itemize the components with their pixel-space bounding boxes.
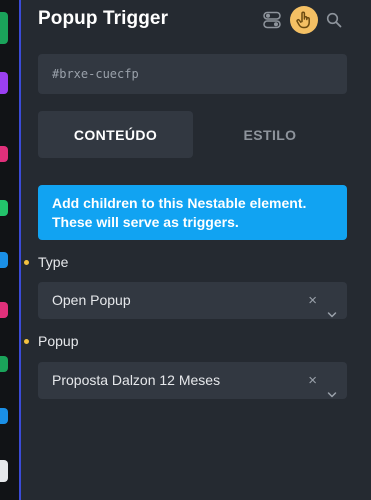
clear-icon[interactable]: × xyxy=(308,282,317,319)
canvas-element-marker xyxy=(0,200,8,216)
canvas-strip xyxy=(0,0,19,500)
canvas-element-marker xyxy=(0,252,8,268)
canvas-element-marker xyxy=(0,12,8,44)
tab-style[interactable]: ESTILO xyxy=(193,111,347,158)
search-icon[interactable] xyxy=(320,6,348,34)
canvas-element-marker xyxy=(0,72,8,94)
hand-pointer-icon[interactable] xyxy=(290,6,318,34)
panel-tabs: CONTEÚDO ESTILO xyxy=(38,111,347,158)
chevron-down-icon[interactable] xyxy=(327,296,337,333)
type-select-value: Open Popup xyxy=(52,292,131,308)
canvas-element-marker xyxy=(0,302,8,318)
element-settings-panel: Popup Trigger #brxe-cuecfp CONTEÚDO ESTI… xyxy=(21,0,371,500)
type-select[interactable]: Open Popup × xyxy=(38,282,347,319)
canvas-element-marker xyxy=(0,146,8,162)
popup-select[interactable]: Proposta Dalzon 12 Meses × xyxy=(38,362,347,399)
popup-label: Popup xyxy=(38,333,79,349)
popup-select-value: Proposta Dalzon 12 Meses xyxy=(52,372,221,388)
canvas-element-marker xyxy=(0,460,8,482)
type-label: Type xyxy=(38,254,69,270)
panel-header: Popup Trigger xyxy=(38,6,358,34)
clear-icon[interactable]: × xyxy=(308,362,317,399)
element-id-field[interactable]: #brxe-cuecfp xyxy=(38,54,347,94)
tab-content[interactable]: CONTEÚDO xyxy=(38,111,193,158)
control-bullet xyxy=(24,339,29,344)
canvas-element-marker xyxy=(0,408,8,424)
info-notice: Add children to this Nestable element. T… xyxy=(38,185,347,240)
panel-title: Popup Trigger xyxy=(38,8,169,29)
chevron-down-icon[interactable] xyxy=(327,376,337,413)
toggle-icon[interactable] xyxy=(258,6,286,34)
canvas-element-marker xyxy=(0,356,8,372)
control-bullet xyxy=(24,260,29,265)
